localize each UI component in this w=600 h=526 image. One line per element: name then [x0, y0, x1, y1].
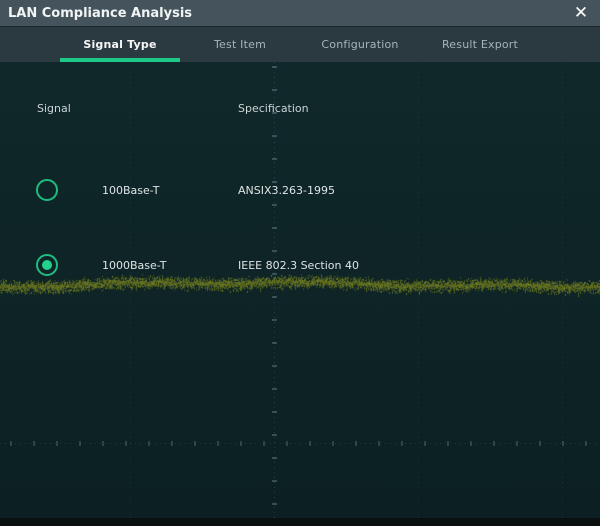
axis-tick: [56, 441, 58, 446]
grid-center-vline: [274, 62, 275, 518]
axis-tick: [355, 441, 357, 446]
axis-tick: [102, 441, 104, 446]
axis-tick: [272, 181, 277, 183]
axis-tick: [10, 441, 12, 446]
axis-tick: [272, 158, 277, 160]
axis-tick: [562, 441, 564, 446]
axis-tick: [272, 319, 277, 321]
active-tab-indicator: [60, 58, 180, 62]
axis-tick: [272, 342, 277, 344]
tab-label: Test Item: [214, 38, 266, 51]
signal-label: 1000Base-T: [102, 259, 166, 272]
tab-test-item[interactable]: Test Item: [180, 27, 300, 62]
grid-vline: [130, 62, 131, 518]
axis-tick: [79, 441, 81, 446]
axis-tick: [539, 441, 541, 446]
axis-tick: [516, 441, 518, 446]
signal-column-header: Signal: [37, 102, 71, 115]
axis-tick: [272, 480, 277, 482]
axis-tick: [272, 503, 277, 505]
tab-label: Configuration: [321, 38, 398, 51]
close-icon: ✕: [574, 3, 588, 23]
axis-tick: [148, 441, 150, 446]
radio-1000base-t[interactable]: [36, 254, 58, 276]
axis-tick: [263, 441, 265, 446]
axis-tick: [171, 441, 173, 446]
axis-tick: [272, 434, 277, 436]
tab-result-export[interactable]: Result Export: [420, 27, 540, 62]
axis-tick: [240, 441, 242, 446]
grid-vline: [562, 62, 563, 518]
tab-configuration[interactable]: Configuration: [300, 27, 420, 62]
axis-tick: [272, 296, 277, 298]
axis-tick: [194, 441, 196, 446]
axis-tick: [272, 457, 277, 459]
axis-tick: [272, 66, 277, 68]
axis-tick: [272, 250, 277, 252]
axis-tick: [286, 441, 288, 446]
tab-bar: Signal Type Test Item Configuration Resu…: [0, 27, 600, 62]
window-title: LAN Compliance Analysis: [8, 6, 192, 21]
axis-tick: [401, 441, 403, 446]
specification-label: IEEE 802.3 Section 40: [238, 259, 359, 272]
tab-label: Result Export: [442, 38, 518, 51]
window-titlebar: LAN Compliance Analysis: [0, 0, 600, 27]
grid-vline: [418, 62, 419, 518]
axis-tick: [272, 411, 277, 413]
axis-tick: [272, 89, 277, 91]
axis-tick: [447, 441, 449, 446]
radio-100base-t[interactable]: [36, 179, 58, 201]
axis-tick: [272, 135, 277, 137]
axis-tick: [378, 441, 380, 446]
axis-tick: [33, 441, 35, 446]
axis-tick: [424, 441, 426, 446]
tab-label: Signal Type: [83, 38, 156, 51]
axis-tick: [272, 388, 277, 390]
axis-tick: [585, 441, 587, 446]
axis-tick: [309, 441, 311, 446]
axis-tick: [272, 227, 277, 229]
screen-bottom-bar: [0, 518, 600, 526]
axis-tick: [272, 365, 277, 367]
specification-label: ANSIX3.263-1995: [238, 184, 335, 197]
axis-tick: [470, 441, 472, 446]
grid-center-hline: [0, 443, 600, 444]
oscilloscope-screen: LAN Compliance Analysis ✕ Signal Type Te…: [0, 0, 600, 526]
tab-signal-type[interactable]: Signal Type: [60, 27, 180, 62]
close-button[interactable]: ✕: [566, 0, 596, 27]
specification-column-header: Specification: [238, 102, 309, 115]
axis-tick: [125, 441, 127, 446]
axis-tick: [272, 204, 277, 206]
axis-tick: [217, 441, 219, 446]
axis-tick: [493, 441, 495, 446]
signal-label: 100Base-T: [102, 184, 159, 197]
axis-tick: [272, 273, 277, 275]
axis-tick: [332, 441, 334, 446]
